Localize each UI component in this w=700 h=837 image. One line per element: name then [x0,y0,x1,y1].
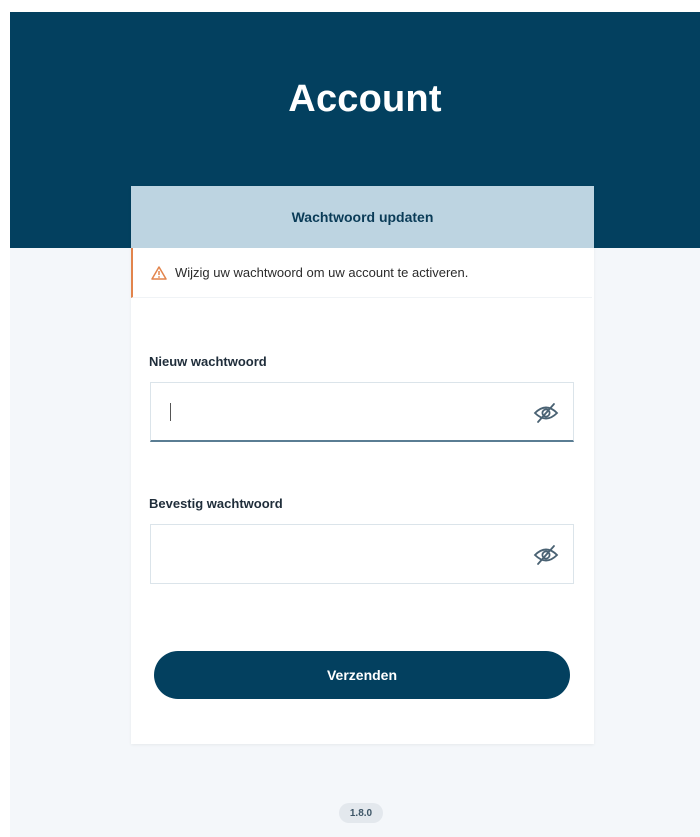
text-caret [170,403,171,421]
eye-slash-icon[interactable] [533,543,559,567]
warning-alert: Wijzig uw wachtwoord om uw account te ac… [131,248,592,298]
new-password-label: Nieuw wachtwoord [149,354,267,369]
new-password-field [150,382,574,442]
card-heading-text: Wachtwoord updaten [291,209,434,225]
card-heading: Wachtwoord updaten [131,186,594,248]
eye-slash-icon[interactable] [533,401,559,425]
confirm-password-label: Bevestig wachtwoord [149,496,283,511]
warning-icon [151,265,167,280]
new-password-input[interactable] [167,383,527,441]
confirm-password-field [150,524,574,584]
left-gutter [0,0,10,837]
version-badge: 1.8.0 [339,803,383,823]
confirm-password-input[interactable] [167,525,527,583]
page-title: Account [288,78,442,120]
top-strip [0,0,700,12]
submit-button[interactable]: Verzenden [154,651,570,699]
alert-message: Wijzig uw wachtwoord om uw account te ac… [175,265,469,280]
password-update-card: Wachtwoord updaten Wijzig uw wachtwoord … [131,186,594,744]
